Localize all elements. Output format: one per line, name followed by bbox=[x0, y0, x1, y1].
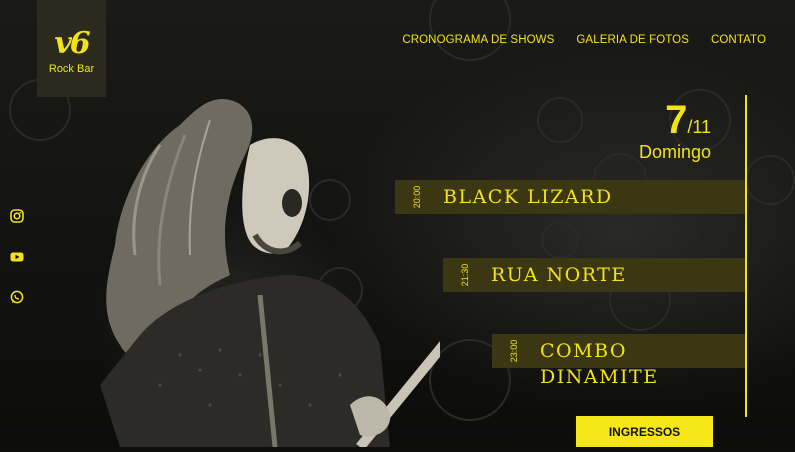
show-name: BLACK LIZARD bbox=[443, 186, 613, 208]
show-name: RUA NORTE bbox=[491, 264, 627, 286]
date-day: 7 bbox=[665, 98, 688, 142]
date-month: /11 bbox=[687, 117, 711, 137]
show-time: 23:00 bbox=[509, 339, 519, 363]
show-item[interactable]: 21:30 RUA NORTE bbox=[443, 258, 745, 292]
nav-link-galeria[interactable]: GALERIA DE FOTOS bbox=[576, 34, 689, 46]
main-nav: CRONOGRAMA DE SHOWS GALERIA DE FOTOS CON… bbox=[402, 34, 766, 46]
nav-link-cronograma[interactable]: CRONOGRAMA DE SHOWS bbox=[402, 34, 554, 46]
logo[interactable]: v6 Rock Bar bbox=[37, 0, 106, 97]
logo-mark: v6 bbox=[54, 25, 90, 61]
show-time: 21:30 bbox=[460, 263, 470, 287]
youtube-icon[interactable] bbox=[10, 250, 24, 264]
logo-text: Rock Bar bbox=[48, 62, 95, 75]
musician-photo bbox=[100, 99, 440, 447]
show-name: COMBO DINAMITE bbox=[540, 340, 659, 388]
whatsapp-icon[interactable] bbox=[10, 290, 24, 304]
nav-link-contato[interactable]: CONTATO bbox=[711, 34, 766, 46]
show-time: 20:00 bbox=[412, 185, 422, 209]
ingressos-button[interactable]: INGRESSOS bbox=[576, 416, 713, 447]
show-item[interactable]: 20:00 BLACK LIZARD bbox=[395, 180, 745, 214]
instagram-icon[interactable] bbox=[10, 209, 24, 223]
event-date: 7/11 Domingo bbox=[639, 100, 711, 163]
show-item[interactable]: 23:00 COMBO DINAMITE bbox=[492, 334, 745, 388]
date-weekday: Domingo bbox=[638, 142, 711, 162]
timeline-line bbox=[745, 95, 747, 417]
